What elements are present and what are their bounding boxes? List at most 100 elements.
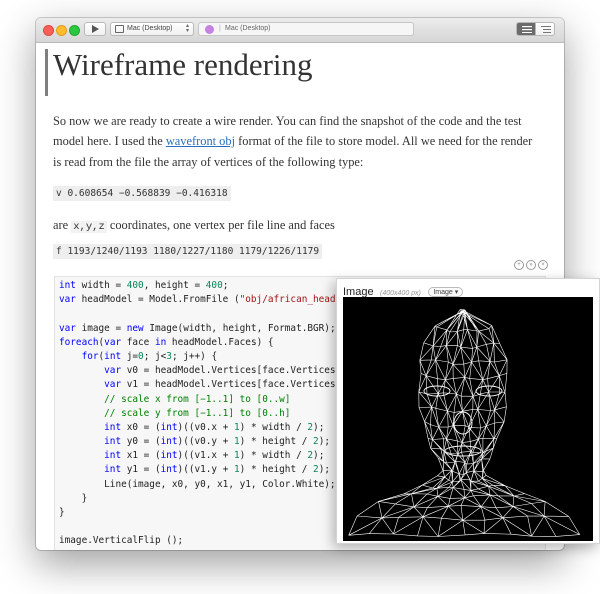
code-token: int: [104, 450, 122, 462]
code-token: foreach: [59, 336, 99, 348]
vertex-code-snippet: v 0.608654 −0.568839 −0.416318: [53, 186, 231, 201]
status-display: | Mac (Desktop): [198, 22, 414, 36]
code-token: x0 = (: [121, 421, 161, 433]
image-viewer-popup: Image (400x400 px) Image ▾: [336, 278, 600, 544]
code-editor[interactable]: int width = 400, height = 400; var headMo…: [59, 279, 341, 550]
list-view-toggle[interactable]: [535, 22, 555, 36]
code-token: );: [318, 436, 330, 448]
status-separator: |: [219, 25, 221, 32]
run-button[interactable]: [84, 22, 106, 36]
code-token: Image(width, height, Format.BGR);: [143, 322, 336, 334]
code-line: int width = 400, height = 400;: [59, 279, 341, 293]
close-window-button[interactable]: [43, 25, 54, 36]
app-logo-icon: [205, 25, 214, 34]
code-token: v0 = headModel.Vertices[face.Vertices: [121, 365, 336, 377]
viewer-header: Image (400x400 px) Image ▾: [343, 282, 464, 298]
code-line: }: [59, 506, 341, 520]
code-line: int x0 = (int)((v0.x + 1) * width / 2);: [59, 421, 341, 435]
code-token: );: [313, 421, 325, 433]
code-token: 400: [205, 280, 223, 291]
code-token: int: [160, 421, 178, 433]
code-line: image.VerticalFlip ();: [59, 534, 341, 548]
code-token: )((v0.y +: [177, 436, 234, 448]
code-token: }: [59, 492, 88, 504]
code-token: j=: [121, 350, 139, 362]
code-token: )((v1.x +: [177, 450, 234, 462]
wireframe-head-image: [343, 297, 593, 541]
code-line: var image = new Image(width, height, For…: [59, 322, 341, 336]
code-token: "obj/african_head.: [239, 294, 342, 306]
add-cell-icon[interactable]: +: [514, 260, 524, 270]
mesh-feature: [423, 385, 451, 397]
expand-cell-icon[interactable]: »: [526, 260, 536, 270]
code-token: ) * height /: [239, 436, 314, 448]
code-token: )((v0.x +: [177, 421, 234, 433]
code-token: v1 = headModel.Vertices[face.Vertices: [121, 379, 336, 391]
code-token: var: [59, 294, 76, 306]
code-token: int: [59, 280, 76, 291]
code-token: y0 = (: [121, 436, 161, 448]
document-outline-toggle[interactable]: [516, 22, 536, 36]
code-token: image.VerticalFlip ();: [59, 535, 184, 547]
code-token: headModel = Model.FromFile (: [75, 294, 240, 306]
code-token: face: [121, 336, 155, 348]
code-line: int x1 = (int)((v1.x + 1) * width / 2);: [59, 449, 341, 463]
code-token: int: [104, 436, 122, 448]
code-token: var: [104, 379, 122, 391]
code-token: var: [104, 365, 122, 377]
code-line: for(int j=0; j<3; j++) {: [59, 350, 341, 364]
code-token: ; j<: [143, 350, 167, 362]
minimize-window-button[interactable]: [56, 25, 67, 36]
code-token: // scale x from [−1..1] to [0..w]: [104, 393, 291, 405]
code-token: x1 = (: [121, 450, 161, 462]
wireframe-mesh: [348, 309, 581, 537]
coords-text-end: coordinates, one vertex per file line an…: [109, 218, 335, 232]
code-token: var: [104, 336, 122, 348]
page-title: Wireframe rendering: [53, 47, 313, 82]
view-mode-dropdown[interactable]: Image ▾: [428, 287, 464, 297]
document-outline-icon: [522, 26, 532, 33]
scheme-label: Mac (Desktop): [127, 25, 173, 32]
computer-icon: [115, 25, 124, 33]
delete-cell-icon[interactable]: ×: [538, 260, 548, 270]
coords-inline-code: x,y,z: [71, 221, 107, 233]
code-line: var headModel = Model.FromFile ("obj/afr…: [59, 293, 341, 307]
code-token: image =: [75, 322, 127, 334]
code-token: ) * width /: [239, 421, 308, 433]
code-token: int: [104, 350, 122, 362]
wavefront-obj-link[interactable]: wavefront obj: [166, 134, 235, 148]
code-line: // scale x from [−1..1] to [0..w]: [59, 393, 341, 407]
selected-cell-indicator: [45, 49, 48, 96]
zoom-window-button[interactable]: [69, 25, 80, 36]
code-token: 400: [126, 280, 144, 291]
code-token: in: [154, 336, 167, 348]
code-line: int y1 = (int)((v1.y + 1) * height / 2);: [59, 463, 341, 477]
code-token: , height =: [143, 280, 206, 291]
code-line: image: [59, 549, 341, 551]
code-token: int: [160, 450, 178, 462]
code-token: }: [59, 507, 65, 518]
code-token: int: [160, 464, 178, 476]
coords-text-start: are: [53, 218, 72, 232]
code-token: width =: [75, 280, 127, 291]
play-icon: [92, 25, 99, 33]
code-token: )((v1.y +: [177, 464, 234, 476]
code-token: for: [81, 350, 99, 362]
code-line: }: [59, 492, 341, 506]
code-token: new: [126, 322, 144, 334]
code-line: var v0 = headModel.Vertices[face.Vertice…: [59, 364, 341, 378]
code-token: var: [59, 322, 76, 334]
scheme-selector[interactable]: Mac (Desktop) ▴ ▾: [110, 22, 194, 36]
code-token: );: [318, 464, 330, 476]
code-token: ;: [222, 280, 229, 291]
code-token: int: [104, 464, 122, 476]
code-line: // scale y from [−1..1] to [0..h]: [59, 407, 341, 421]
intro-paragraph: So now we are ready to create a wire ren…: [53, 111, 533, 172]
